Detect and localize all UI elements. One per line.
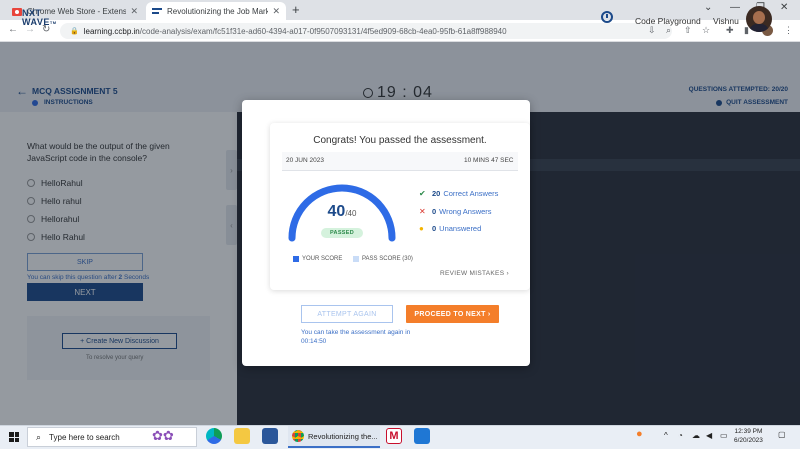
chevron-up-icon[interactable]: ^: [664, 431, 668, 440]
retake-note: You can take the assessment again in 00:…: [301, 329, 411, 345]
network-icon[interactable]: ◔: [678, 431, 683, 440]
chevron-right-icon: ›: [506, 270, 509, 277]
chrome-menu-icon[interactable]: ⋮: [784, 25, 793, 36]
chrome-web-store-icon: [12, 6, 22, 16]
bookmark-star-icon[interactable]: ☆: [702, 25, 710, 36]
legend-swatch: [353, 256, 359, 262]
butterfly-icon[interactable]: ✿✿: [152, 428, 174, 444]
code-playground-link[interactable]: Code Playground: [635, 16, 701, 26]
avatar[interactable]: [746, 6, 772, 32]
install-app-icon[interactable]: ⇩: [648, 25, 656, 36]
result-date: 20 JUN 2023: [286, 157, 324, 164]
ccbp-favicon-icon: [152, 6, 162, 16]
search-icon: ⌕: [36, 431, 42, 442]
tab-search-icon[interactable]: ⌄: [704, 2, 712, 13]
tab-title: Revolutionizing the Job Market |: [167, 6, 269, 16]
attempt-again-button[interactable]: ATTEMPT AGAIN: [301, 305, 393, 323]
taskbar-clock[interactable]: 12:39 PM 6/20/2023: [734, 427, 763, 445]
stat-correct: ✔ 20 Correct Answers: [419, 189, 499, 198]
onedrive-icon[interactable]: ☁: [692, 431, 700, 440]
score-value: 40/40: [327, 203, 357, 220]
zoom-icon[interactable]: ⌕: [666, 25, 671, 36]
user-name[interactable]: Vishnu: [713, 16, 739, 26]
taskbar-chrome-button[interactable]: Revolutionizing the...: [288, 426, 380, 448]
windows-start-icon[interactable]: [9, 432, 19, 442]
logo-tm: TM: [49, 20, 57, 25]
nxtwave-logo[interactable]: NXT WAVETM: [22, 9, 57, 27]
chevron-right-icon: ›: [485, 310, 491, 318]
mail-icon[interactable]: [414, 428, 430, 444]
battery-icon[interactable]: ▭: [720, 431, 728, 440]
lock-icon: 🔒: [70, 28, 79, 35]
minimize-icon[interactable]: —: [730, 2, 740, 13]
dot-icon: ●: [419, 224, 424, 233]
cross-icon: ✕: [419, 207, 426, 216]
logo-line2: WAVE: [22, 17, 50, 27]
stopwatch-icon[interactable]: [601, 11, 613, 23]
share-icon[interactable]: ⇧: [684, 25, 692, 36]
result-heading: Congrats! You passed the assessment.: [313, 135, 487, 146]
back-arrow-icon[interactable]: ←: [8, 24, 18, 35]
speaker-icon[interactable]: ◀: [706, 431, 712, 440]
notifications-icon[interactable]: ▢: [778, 430, 786, 439]
url-input[interactable]: 🔒 learning.ccbp.in /code-analysis/exam/f…: [60, 23, 672, 39]
extensions-puzzle-icon[interactable]: ✚: [726, 25, 734, 36]
new-tab-icon[interactable]: +: [292, 2, 300, 17]
search-placeholder: Type here to search: [49, 432, 120, 442]
store-icon[interactable]: [262, 428, 278, 444]
status-badge: PASSED: [321, 228, 363, 238]
mcafee-icon[interactable]: M: [386, 428, 402, 444]
check-icon: ✔: [419, 189, 426, 198]
url-host: learning.ccbp.in: [83, 26, 140, 36]
result-duration: 10 MINS 47 SEC: [464, 157, 514, 164]
close-tab-icon[interactable]: ✕: [130, 6, 138, 17]
url-path: /code-analysis/exam/fc51f31e-ad60-4394-a…: [139, 26, 507, 36]
close-window-icon[interactable]: ✕: [780, 2, 788, 13]
weather-icon[interactable]: ●: [636, 428, 643, 440]
close-tab-icon[interactable]: ✕: [272, 6, 280, 17]
legend-pass-score: PASS SCORE (30): [353, 256, 413, 262]
tab-active-ccbp[interactable]: Revolutionizing the Job Market | ✕: [146, 2, 286, 20]
stat-wrong: ✕ 0 Wrong Answers: [419, 207, 492, 216]
legend-your-score: YOUR SCORE: [293, 256, 342, 262]
review-mistakes-link[interactable]: REVIEW MISTAKES ›: [440, 270, 509, 277]
proceed-to-next-button[interactable]: PROCEED TO NEXT ›: [406, 305, 499, 323]
edge-icon[interactable]: [206, 428, 222, 444]
legend-swatch: [293, 256, 299, 262]
file-explorer-icon[interactable]: [234, 428, 250, 444]
chrome-icon: [292, 430, 304, 442]
stat-unanswered: ● 0 Unanswered: [419, 224, 482, 233]
